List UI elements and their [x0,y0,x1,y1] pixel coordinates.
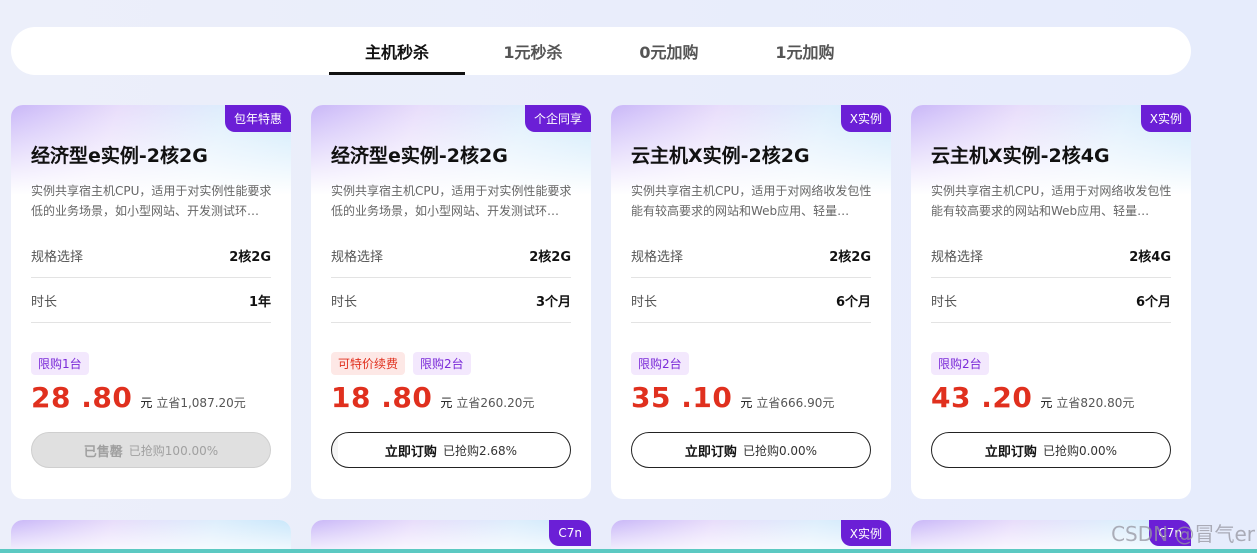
savings-text: 立省1,087.20元 [156,396,246,410]
savings-text: 立省260.20元 [456,396,535,410]
order-now-button[interactable]: 立即订购 已抢购0.00% [931,432,1171,468]
sold-percentage: 已抢购0.00% [742,443,818,458]
spec-label: 规格选择 [931,249,984,265]
duration-row[interactable]: 时长 6个月 [631,278,871,323]
duration-value: 6个月 [1135,294,1171,310]
button-label: 立即订购 [984,444,1037,460]
purchase-limit-tag: 限购2台 [931,352,989,375]
tab-host-flash-sale[interactable]: 主机秒杀 [329,27,465,75]
button-label: 立即订购 [684,444,737,460]
tag-list: 可特价续费 限购2台 [331,352,471,375]
spec-value: 2核2G [229,249,271,265]
sold-out-button[interactable]: 已售罄 已抢购100.00% [31,432,271,468]
price-unit: 元 [740,396,753,410]
price: 28 .80 [31,381,133,414]
spec-label: 规格选择 [331,249,384,265]
product-badge: 个企同享 [524,105,591,132]
product-description: 实例共享宿主机CPU，适用于对实例性能要求低的业务场景，如小型网站、开发测试环… [31,184,272,218]
product-badge: 包年特惠 [224,105,291,132]
price-unit: 元 [140,396,153,410]
duration-value: 6个月 [835,294,871,310]
spec-row[interactable]: 规格选择 2核2G [631,233,871,278]
tab-one-yuan-addon[interactable]: 1元加购 [737,27,873,75]
special-renewal-tag: 可特价续费 [331,352,406,375]
product-card: 包年特惠 经济型e实例-2核2G 实例共享宿主机CPU，适用于对实例性能要求低的… [11,105,291,499]
spec-value: 2核2G [829,249,871,265]
sold-progress-fill [332,433,339,467]
price-line: 18 .80 元 立省260.20元 [331,381,534,414]
duration-label: 时长 [931,294,958,310]
savings-text: 立省666.90元 [756,396,835,410]
tag-list: 限购2台 [631,352,689,375]
sold-percentage: 已抢购2.68% [442,443,518,458]
duration-row[interactable]: 时长 6个月 [931,278,1171,323]
duration-label: 时长 [331,294,358,310]
watermark: CSDN @冒气er [1111,522,1255,546]
product-card: X实例 云主机X实例-2核2G 实例共享宿主机CPU，适用于对网络收发包性能有较… [611,105,891,499]
purchase-limit-tag: 限购2台 [413,352,471,375]
order-now-button[interactable]: 立即订购 已抢购2.68% [331,432,571,468]
duration-row[interactable]: 时长 1年 [31,278,271,323]
product-badge: X实例 [1140,105,1191,132]
product-description: 实例共享宿主机CPU，适用于对实例性能要求低的业务场景，如小型网站、开发测试环… [331,184,572,218]
button-label: 已售罄 [83,444,123,460]
product-badge: C7n [549,520,591,546]
spec-label: 规格选择 [631,249,684,265]
product-title: 云主机X实例-2核2G [631,145,810,167]
price-unit: 元 [440,396,453,410]
tab-one-yuan-flash-sale[interactable]: 1元秒杀 [465,27,601,75]
price-unit: 元 [1040,396,1053,410]
purchase-limit-tag: 限购1台 [31,352,89,375]
duration-label: 时长 [631,294,658,310]
product-title: 经济型e实例-2核2G [331,145,508,167]
product-description: 实例共享宿主机CPU，适用于对网络收发包性能有较高要求的网站和Web应用、轻量… [631,184,872,218]
button-label: 立即订购 [384,444,437,460]
product-badge: X实例 [840,105,891,132]
tab-zero-yuan-addon[interactable]: 0元加购 [601,27,737,75]
spec-row[interactable]: 规格选择 2核2G [331,233,571,278]
tag-list: 限购1台 [31,352,89,375]
duration-row[interactable]: 时长 3个月 [331,278,571,323]
product-title: 经济型e实例-2核2G [31,145,208,167]
product-badge: X实例 [840,520,891,546]
product-description: 实例共享宿主机CPU，适用于对网络收发包性能有较高要求的网站和Web应用、轻量… [931,184,1172,218]
product-title: 云主机X实例-2核4G [931,145,1110,167]
spec-value: 2核4G [1129,249,1171,265]
product-card: X实例 云主机X实例-2核4G 实例共享宿主机CPU，适用于对网络收发包性能有较… [911,105,1191,499]
sold-percentage: 已抢购0.00% [1042,443,1118,458]
spec-row[interactable]: 规格选择 2核2G [31,233,271,278]
sold-percentage: 已抢购100.00% [128,443,219,458]
spec-label: 规格选择 [31,249,84,265]
tag-list: 限购2台 [931,352,989,375]
order-now-button[interactable]: 立即订购 已抢购0.00% [631,432,871,468]
product-card: 个企同享 经济型e实例-2核2G 实例共享宿主机CPU，适用于对实例性能要求低的… [311,105,591,499]
duration-value: 3个月 [535,294,571,310]
savings-text: 立省820.80元 [1056,396,1135,410]
purchase-limit-tag: 限购2台 [631,352,689,375]
price: 18 .80 [331,381,433,414]
price-line: 35 .10 元 立省666.90元 [631,381,834,414]
duration-value: 1年 [248,294,271,310]
price-line: 28 .80 元 立省1,087.20元 [31,381,246,414]
price: 43 .20 [931,381,1033,414]
category-tab-bar: 主机秒杀 1元秒杀 0元加购 1元加购 [11,27,1191,75]
price-line: 43 .20 元 立省820.80元 [931,381,1134,414]
bottom-strip [0,549,1257,553]
duration-label: 时长 [31,294,58,310]
price: 35 .10 [631,381,733,414]
spec-row[interactable]: 规格选择 2核4G [931,233,1171,278]
spec-value: 2核2G [529,249,571,265]
